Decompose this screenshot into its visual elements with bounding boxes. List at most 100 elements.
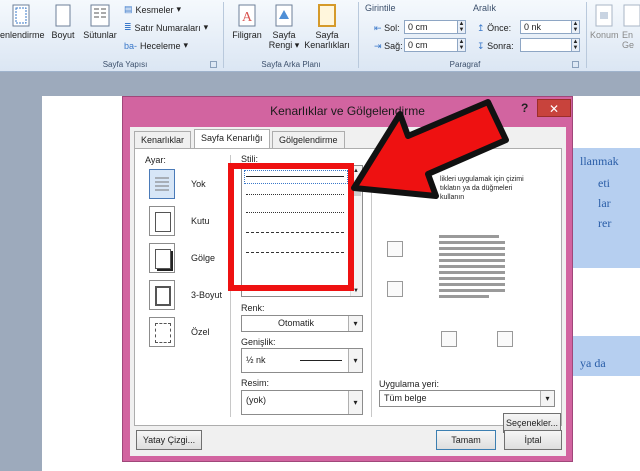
page-setup-launcher[interactable] <box>210 61 217 68</box>
paragraph-group-label: Paragraf <box>449 60 481 69</box>
color-label: Renk: <box>241 303 265 313</box>
width-dropdown[interactable]: ½ nk ▾ <box>241 348 363 373</box>
preview-line <box>439 241 505 244</box>
setting-label: Ayar: <box>145 155 166 165</box>
spacing-after-input[interactable] <box>520 38 572 52</box>
document-text-fragment: llanmak <box>580 154 619 168</box>
spacing-before-label: ↥ Önce: <box>477 23 512 33</box>
indent-right-spinner[interactable]: ▲ ▼ <box>458 38 466 52</box>
spacing-before-icon: ↥ <box>477 23 485 33</box>
line-numbers-icon: ≣ <box>124 22 132 32</box>
document-text-fragment: lar <box>598 196 611 210</box>
chevron-down-icon: ▾ <box>203 22 209 32</box>
position-button[interactable]: Konum <box>590 4 619 40</box>
indent-left-icon: ⇤ <box>374 23 382 33</box>
page-borders-icon <box>318 4 336 27</box>
tab-page-border[interactable]: Sayfa Kenarlığı <box>194 129 270 149</box>
horizontal-line-button[interactable]: Yatay Çizgi... <box>136 430 202 450</box>
indent-left-label: ⇤ Sol: <box>374 23 400 33</box>
svg-text:A: A <box>242 10 253 25</box>
close-button[interactable]: ✕ <box>537 99 571 117</box>
hyphenation-button[interactable]: ba‑ Heceleme ▾ <box>124 40 188 51</box>
setting-3d-label[interactable]: 3-Boyut <box>191 290 222 300</box>
size-icon <box>55 4 71 27</box>
preview-page[interactable] <box>433 231 521 311</box>
width-label: Genişlik: <box>241 337 276 347</box>
preview-line <box>439 235 499 238</box>
color-dropdown[interactable]: Otomatik ▾ <box>241 315 363 332</box>
spacing-after-spinner[interactable]: ▲ ▼ <box>572 38 580 52</box>
preview-line <box>439 265 505 268</box>
chevron-down-icon[interactable]: ▾ <box>348 391 362 414</box>
chevron-down-icon[interactable]: ▾ <box>348 349 362 372</box>
tab-shading[interactable]: Gölgelendirme <box>272 131 345 148</box>
document-text-fragment: ya da <box>580 356 606 370</box>
columns-icon <box>90 4 110 27</box>
wrap-text-button[interactable]: En Ge <box>622 4 640 50</box>
indent-left-input[interactable]: 0 cm <box>404 20 458 34</box>
setting-shadow-label[interactable]: Gölge <box>191 253 215 263</box>
line-numbers-button[interactable]: ≣ Satır Numaraları ▾ <box>124 22 208 33</box>
indent-label: Girintile <box>365 3 396 13</box>
chevron-down-icon: ▾ <box>176 4 182 14</box>
setting-none-icon[interactable] <box>149 169 175 199</box>
page-color-button[interactable]: Sayfa Rengi ▾ <box>268 4 300 50</box>
setting-3d-icon[interactable] <box>149 280 175 310</box>
setting-box-icon[interactable] <box>149 206 175 236</box>
spacing-label: Aralık <box>473 3 497 13</box>
help-icon[interactable]: ? <box>521 101 528 115</box>
watermark-button[interactable]: A Filigran <box>226 4 268 40</box>
chevron-down-icon[interactable]: ▾ <box>348 316 362 331</box>
chevron-down-icon: ▾ <box>183 40 189 50</box>
left-border-icon[interactable] <box>441 331 457 347</box>
margins-button[interactable]: enlendirme <box>0 4 45 40</box>
wrap-text-icon <box>623 4 640 27</box>
group-separator <box>586 2 587 68</box>
breaks-button[interactable]: ▤ Kesmeler ▾ <box>124 4 181 15</box>
indent-left-spinner[interactable]: ▲ ▼ <box>458 20 466 34</box>
highlight-box <box>228 163 354 291</box>
columns-button[interactable]: Sütunlar <box>80 4 120 40</box>
setting-shadow-icon[interactable] <box>149 243 175 273</box>
art-dropdown[interactable]: (yok) ▾ <box>241 390 363 415</box>
page-setup-group-label: Sayfa Yapısı <box>102 60 148 69</box>
top-border-icon[interactable] <box>387 241 403 257</box>
ribbon: enlendirme Boyut Sütunlar ▤ Kesmeler ▾ ≣ … <box>0 0 640 72</box>
document-text-fragment: rer <box>598 216 612 230</box>
cancel-button[interactable]: İptal <box>504 430 562 450</box>
paragraph-launcher[interactable] <box>572 61 579 68</box>
preview-line <box>439 283 505 286</box>
page-color-icon <box>275 4 293 27</box>
breaks-icon: ▤ <box>124 4 133 14</box>
setting-custom-label[interactable]: Özel <box>191 327 210 337</box>
setting-none-label[interactable]: Yok <box>191 179 206 189</box>
watermark-icon: A <box>238 4 256 27</box>
page-borders-button[interactable]: Sayfa Kenarlıkları <box>302 4 352 50</box>
margins-icon <box>12 4 30 27</box>
bottom-border-icon[interactable] <box>387 281 403 297</box>
chevron-down-icon[interactable]: ▾ <box>540 391 554 406</box>
group-separator <box>223 2 224 68</box>
document-text-fragment: eti <box>598 176 610 190</box>
page-background-group-label: Sayfa Arka Planı <box>261 60 321 69</box>
position-icon <box>595 4 613 27</box>
ok-button[interactable]: Tamam <box>436 430 496 450</box>
apply-to-dropdown[interactable]: Tüm belge ▾ <box>379 390 555 407</box>
indent-right-input[interactable]: 0 cm <box>404 38 458 52</box>
indent-right-icon: ⇥ <box>374 41 382 51</box>
hyphenation-icon: ba‑ <box>124 40 138 51</box>
preview-line <box>439 295 489 298</box>
preview-line <box>439 277 505 280</box>
tab-borders[interactable]: Kenarlıklar <box>134 131 192 148</box>
spacing-after-icon: ↧ <box>477 41 485 51</box>
preview-line <box>439 271 505 274</box>
spacing-before-spinner[interactable]: ▲ ▼ <box>572 20 580 34</box>
group-separator <box>358 2 359 68</box>
spacing-before-input[interactable]: 0 nk <box>520 20 572 34</box>
size-button[interactable]: Boyut <box>48 4 78 40</box>
right-border-icon[interactable] <box>497 331 513 347</box>
setting-custom-icon[interactable] <box>149 317 175 347</box>
setting-box-label[interactable]: Kutu <box>191 216 210 226</box>
apply-to-label: Uygulama yeri: <box>379 379 440 389</box>
red-arrow-icon <box>351 99 509 199</box>
